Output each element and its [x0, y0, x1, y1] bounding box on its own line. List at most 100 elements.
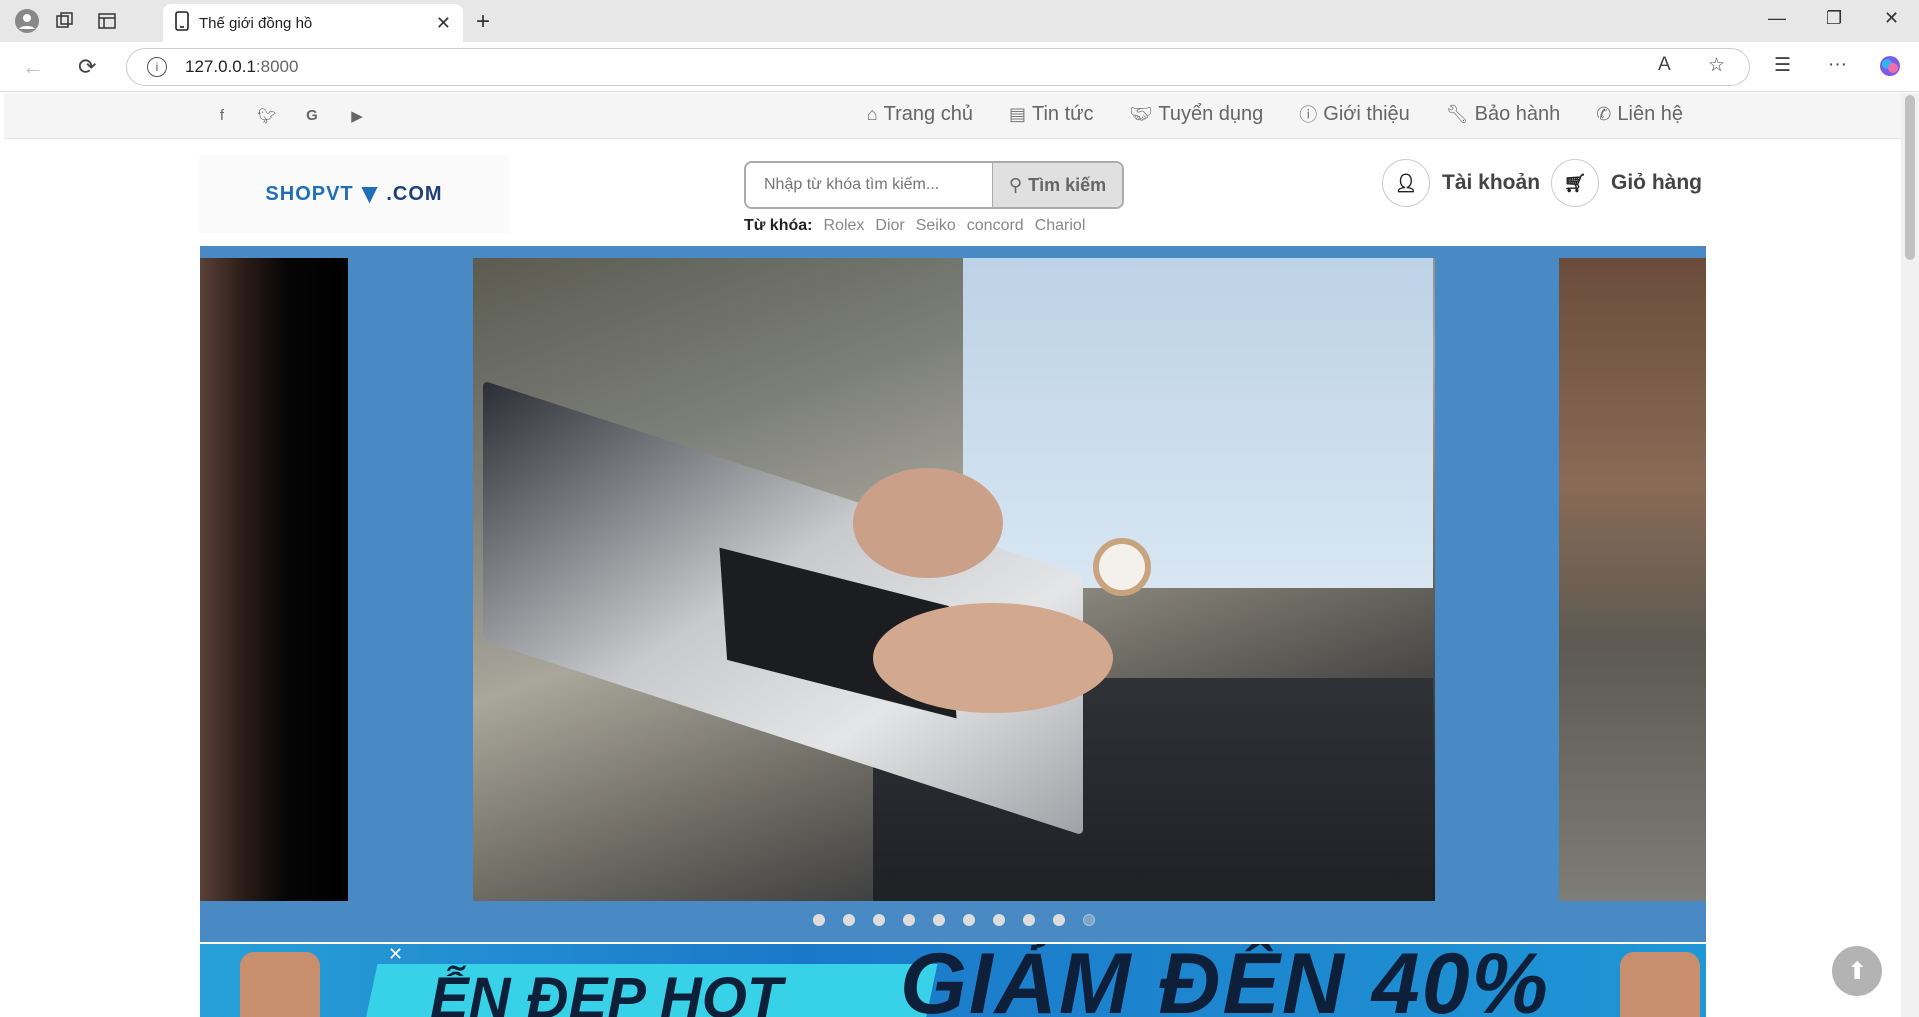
site-header: SHOPVT ▼ .COM ⚲ Tìm kiếm Từ khóa: Rolex … [199, 139, 1705, 239]
nav-about[interactable]: ⓘ Giới thiệu [1299, 101, 1409, 127]
keyword-link[interactable]: Seiko [916, 217, 956, 235]
slide-hand-shape [853, 468, 1003, 578]
slider-dot[interactable] [813, 914, 825, 926]
slider-dot[interactable] [993, 914, 1005, 926]
slider-dot[interactable] [1053, 914, 1065, 926]
keyword-link[interactable]: concord [967, 217, 1024, 235]
handshake-icon: 🤝︎ [1129, 103, 1153, 124]
user-icon: 👤︎ [1382, 159, 1430, 207]
browser-tab-bar: Thế giới đồng hồ ✕ + — ❐ ✕ [0, 0, 1919, 42]
mobile-page-icon [175, 11, 189, 35]
scroll-to-top-button[interactable]: ⬆ [1832, 946, 1882, 996]
hero-slider[interactable] [200, 246, 1706, 942]
nav-home-label: Trang chủ [883, 102, 973, 125]
arrow-up-icon: ⬆ [1846, 957, 1868, 985]
nav-contact-label: Liên hệ [1617, 102, 1683, 125]
info-icon: ⓘ [1299, 105, 1318, 125]
url-host: 127.0.0.1 [185, 57, 256, 76]
site-logo[interactable]: SHOPVT ▼ .COM [199, 155, 509, 233]
reload-icon[interactable]: ⟳ [78, 54, 96, 80]
favorites-list-icon[interactable]: ☰ [1774, 54, 1791, 77]
promo-banner[interactable]: ✕ ỄN ĐẸP HOT GIẢM ĐẾN 40% [200, 944, 1706, 1017]
site-info-icon[interactable]: i [147, 57, 167, 77]
slider-dot[interactable] [903, 914, 915, 926]
read-aloud-icon[interactable]: A [1658, 54, 1671, 76]
banner-right-text: GIẢM ĐẾN 40% [900, 944, 1551, 1017]
url-port: :8000 [255, 57, 299, 76]
slider-dot-active[interactable] [1083, 914, 1095, 926]
keyword-link[interactable]: Chariol [1035, 217, 1086, 235]
page-viewport: f 🐦︎ G ▶ ⌂ Trang chủ ▤ Tin tức 🤝︎ Tuyển … [4, 93, 1901, 1017]
slider-dot[interactable] [1023, 914, 1035, 926]
nav-news[interactable]: ▤ Tin tức [1009, 101, 1094, 127]
logo-com-text: .COM [386, 182, 443, 205]
workspaces-icon[interactable] [52, 8, 78, 34]
google-icon[interactable]: G [302, 107, 322, 124]
active-tab[interactable]: Thế giới đồng hồ ✕ [163, 4, 463, 42]
page-scrollbar[interactable] [1901, 93, 1919, 1017]
banner-hot-strip: ỄN ĐẸP HOT [362, 964, 938, 1017]
vertical-tabs-icon[interactable] [94, 8, 120, 34]
slide-previous-image[interactable] [200, 258, 348, 901]
keywords-label: Từ khóa: [744, 217, 813, 234]
address-toolbar: ← ⟳ i 127.0.0.1:8000 A ☆ ☰ ··· [0, 42, 1919, 92]
slide-watch-shape [1093, 538, 1151, 596]
watch-image [240, 952, 320, 1017]
search-input[interactable] [746, 163, 992, 207]
search-button[interactable]: ⚲ Tìm kiếm [992, 163, 1122, 207]
new-tab-icon[interactable]: + [476, 8, 490, 36]
search-icon: ⚲ [1008, 174, 1023, 195]
cart-label: Giỏ hàng [1611, 171, 1702, 194]
nav-recruitment-label: Tuyển dụng [1158, 102, 1264, 125]
close-banner-icon[interactable]: ✕ [388, 944, 403, 965]
url-bar[interactable]: i 127.0.0.1:8000 [126, 48, 1750, 86]
facebook-icon[interactable]: f [212, 107, 232, 124]
slider-dot[interactable] [963, 914, 975, 926]
phone-icon: ✆ [1596, 103, 1612, 124]
profile-icon[interactable] [14, 8, 40, 34]
cart-button[interactable]: 🛒︎ Giỏ hàng [1551, 159, 1702, 207]
search-button-label: Tìm kiếm [1028, 174, 1107, 195]
keyword-link[interactable]: Dior [875, 217, 904, 235]
account-button[interactable]: 👤︎ Tài khoản [1382, 159, 1540, 207]
nav-recruitment[interactable]: 🤝︎ Tuyển dụng [1130, 101, 1264, 127]
nav-contact[interactable]: ✆ Liên hệ [1596, 101, 1683, 127]
slide-shirt-shape [963, 258, 1433, 588]
top-strip: f 🐦︎ G ▶ ⌂ Trang chủ ▤ Tin tức 🤝︎ Tuyển … [4, 93, 1901, 139]
youtube-icon[interactable]: ▶ [347, 107, 367, 125]
newspaper-icon: ▤ [1008, 103, 1026, 124]
twitter-icon[interactable]: 🐦︎ [257, 107, 277, 125]
close-window-icon[interactable]: ✕ [1884, 8, 1899, 29]
back-icon[interactable]: ← [22, 54, 44, 80]
logo-diamond-icon: ▼ [355, 178, 385, 209]
cart-icon: 🛒︎ [1551, 159, 1599, 207]
slider-dot[interactable] [873, 914, 885, 926]
watch-image [1620, 952, 1700, 1017]
wrench-icon: 🔧︎ [1445, 103, 1469, 124]
nav-warranty-label: Bảo hành [1474, 102, 1561, 125]
copilot-icon[interactable] [1878, 54, 1902, 84]
slider-dot[interactable] [843, 914, 855, 926]
favorite-star-icon[interactable]: ☆ [1708, 54, 1725, 77]
slide-hand-shape [873, 603, 1113, 713]
slide-current-image[interactable] [473, 258, 1435, 901]
logo-shop-text: SHOPVT [265, 182, 354, 205]
minimize-icon[interactable]: — [1768, 8, 1786, 29]
close-tab-icon[interactable]: ✕ [436, 13, 451, 34]
nav-about-label: Giới thiệu [1323, 102, 1410, 125]
home-icon: ⌂ [866, 103, 878, 124]
search-keywords: Từ khóa: Rolex Dior Seiko concord Chario… [744, 217, 1085, 235]
nav-news-label: Tin tức [1031, 102, 1094, 125]
slider-dots [813, 914, 1095, 926]
restore-icon[interactable]: ❐ [1826, 8, 1842, 29]
search-box: ⚲ Tìm kiếm [744, 161, 1124, 209]
banner-left-text: ỄN ĐẸP HOT [430, 966, 783, 1017]
nav-warranty[interactable]: 🔧︎ Bảo hành [1446, 101, 1561, 127]
nav-home[interactable]: ⌂ Trang chủ [867, 101, 973, 127]
scrollbar-thumb[interactable] [1905, 95, 1915, 260]
tab-title: Thế giới đồng hồ [199, 14, 313, 32]
more-menu-icon[interactable]: ··· [1828, 54, 1847, 76]
slider-dot[interactable] [933, 914, 945, 926]
keyword-link[interactable]: Rolex [823, 217, 864, 235]
slide-next-image[interactable] [1559, 258, 1706, 901]
